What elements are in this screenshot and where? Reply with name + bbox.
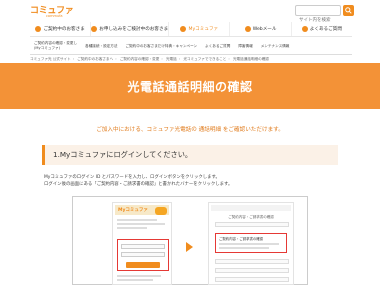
breadcrumb-item[interactable]: 光電話	[166, 57, 177, 61]
breadcrumb-separator: ›	[178, 57, 181, 61]
mock-bar	[215, 268, 289, 273]
logo-subtext: commufa	[46, 14, 63, 18]
subnav-outage-info[interactable]: 障害情報	[234, 44, 256, 49]
mascot-icon	[155, 207, 167, 215]
mock-text-line	[117, 219, 157, 221]
search-field[interactable]	[295, 5, 341, 25]
breadcrumb: コミュファ光 公式サイト › ご契約中のお客さまへ › ご契約内容の確認・変更 › 光…	[30, 57, 269, 62]
breadcrumb-separator: ›	[72, 57, 75, 61]
nav-item-prospective-customers[interactable]: お申し込みをご検討中のお客さま	[91, 22, 170, 36]
mail-icon	[244, 26, 251, 32]
mock-text-line	[117, 223, 165, 225]
breadcrumb-item[interactable]: コミュファ光 公式サイト	[30, 57, 71, 61]
nav-label: Myコミュファ	[188, 27, 219, 32]
search-icon	[345, 7, 352, 14]
after-login-screen-mock: ご契約内容・ご請求書の確認 ご契約内容・ご請求書の確認	[208, 202, 294, 285]
breadcrumb-current: 光電話通話明細の確認	[232, 57, 269, 61]
mock-text-line	[117, 275, 161, 277]
step-title: 1.Myコミュファにログインしてください。	[53, 150, 193, 159]
nav-label: よくあるご質問	[309, 27, 342, 32]
mock-password-field	[121, 252, 165, 257]
house-icon	[91, 26, 98, 32]
subnav-label-sub: (Myコミュファ)	[34, 46, 60, 50]
page-banner: 光電話通話明細の確認	[0, 63, 380, 109]
mock-text-line	[117, 279, 153, 281]
nav-label: ご契約中のお客さま	[43, 27, 85, 32]
login-form-highlight	[117, 239, 169, 271]
mock-bar	[215, 259, 289, 264]
search-button[interactable]	[343, 5, 354, 16]
breadcrumb-item[interactable]: ご契約内容の確認・変更	[120, 57, 160, 61]
step-1-description: Myコミュファのログイン ID とパスワードを入力し、ログインボタンをクリックし…	[44, 174, 232, 188]
mock-text-line	[219, 247, 269, 249]
sub-navigation: ご契約内容の確認・変更し (Myコミュファ) 各種接続・設定方法 ご契約中のお客…	[30, 38, 352, 55]
subnav-campaigns[interactable]: ご契約中のお客さまだけ特典・キャンペーン	[121, 44, 201, 49]
subnav-faq[interactable]: よくあるご質問	[201, 44, 234, 49]
question-icon	[301, 26, 308, 32]
login-screen-mock: Myコミュファ	[112, 202, 172, 285]
nav-item-webmail[interactable]: Webメール	[230, 22, 292, 36]
subnav-contract-info[interactable]: ご契約内容の確認・変更し (Myコミュファ)	[30, 41, 81, 51]
breadcrumb-separator: ›	[228, 57, 230, 61]
breadcrumb-item[interactable]: 光コミュファでできること	[183, 57, 226, 61]
highlight-label: ご契約内容・ご請求書の確認	[219, 237, 264, 241]
mock-text-line	[219, 243, 279, 245]
contract-banner-highlight: ご契約内容・ご請求書の確認	[215, 233, 287, 253]
nav-label: Webメール	[252, 27, 277, 32]
mock-bar	[215, 222, 289, 227]
main-navigation: ご契約中のお客さま お申し込みをご検討中のお客さま Myコミュファ Webメール…	[30, 22, 352, 37]
instruction-screenshot: Myコミュファ ご契約内容・ご請求書の確認 ご契約内容・ご請求書の確認	[72, 196, 308, 285]
subnav-settings[interactable]: 各種接続・設定方法	[81, 44, 121, 49]
site-header: コミュファ commufa	[0, 0, 380, 25]
nav-item-faq[interactable]: よくあるご質問	[292, 22, 352, 36]
subnav-maintenance-info[interactable]: メンテナンス情報	[257, 44, 294, 49]
breadcrumb-item[interactable]: ご契約中のお客さまへ	[77, 57, 113, 61]
mock-logo-text: Myコミュファ	[118, 208, 148, 213]
mock-top-bar	[211, 205, 291, 211]
mock-login-button	[126, 262, 160, 268]
mock-bar	[215, 277, 289, 282]
breadcrumb-separator: ›	[161, 57, 163, 61]
mock-text-line	[117, 227, 147, 229]
my-commufa-icon	[180, 26, 187, 32]
step-1-heading: 1.Myコミュファにログインしてください。	[42, 145, 338, 165]
nav-item-my-commufa[interactable]: Myコミュファ	[169, 22, 231, 36]
description-line: Myコミュファのログイン ID とパスワードを入力し、ログインボタンをクリックし…	[44, 175, 220, 180]
nav-item-current-customers[interactable]: ご契約中のお客さま	[30, 22, 92, 36]
commufa-logo[interactable]: コミュファ commufa	[30, 3, 74, 19]
mock-id-field	[121, 244, 165, 249]
arrow-right-icon	[186, 242, 193, 252]
page-title: 光電話通話明細の確認	[127, 79, 253, 94]
nav-label: お申し込みをご検討中のお客さま	[99, 27, 169, 32]
breadcrumb-separator: ›	[115, 57, 117, 61]
person-icon	[35, 26, 42, 32]
intro-text: ご加入中における、コミュファ光電話の 通話明細 をご確認いただけます。	[96, 127, 284, 133]
login-header-mock: Myコミュファ	[115, 205, 169, 215]
mock-page-title: ご契約内容・ご請求書の確認	[228, 215, 274, 219]
description-line: ログイン後の画面にある「ご契約内容・ご請求書の確認」と書かれたバナーをクリックし…	[44, 182, 233, 187]
